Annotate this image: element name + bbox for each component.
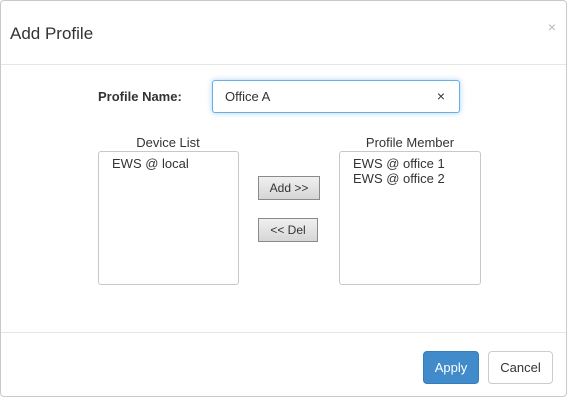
device-list-label: Device List [136,135,200,150]
profile-member-item[interactable]: EWS @ office 2 [353,171,480,186]
profile-name-label: Profile Name: [98,89,182,104]
clear-icon[interactable]: × [437,88,445,104]
device-list-box[interactable]: EWS @ local [98,151,239,285]
cancel-button[interactable]: Cancel [488,351,553,384]
add-button[interactable]: Add >> [258,176,320,200]
close-icon[interactable]: × [548,19,556,35]
profile-member-item[interactable]: EWS @ office 1 [353,156,480,171]
profile-name-field: × [212,80,460,113]
dialog-header: Add Profile × [1,1,566,65]
apply-button[interactable]: Apply [423,351,479,384]
dialog-footer-divider [1,332,566,333]
add-profile-dialog: Add Profile × Profile Name: × Device Lis… [0,0,567,397]
profile-name-input[interactable] [213,81,425,112]
device-list-item[interactable]: EWS @ local [112,156,238,171]
profile-member-label: Profile Member [365,135,455,150]
dialog-title: Add Profile [10,24,94,43]
del-button[interactable]: << Del [258,218,318,242]
profile-member-box[interactable]: EWS @ office 1 EWS @ office 2 [339,151,481,285]
